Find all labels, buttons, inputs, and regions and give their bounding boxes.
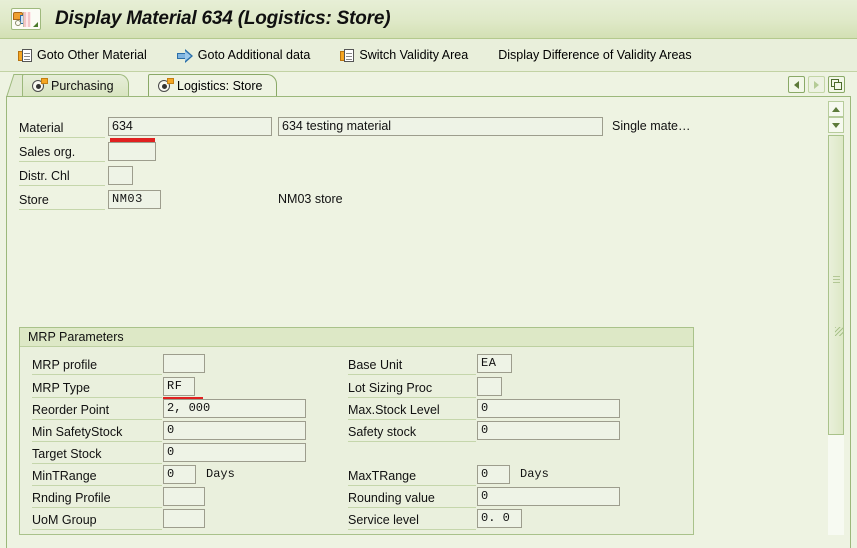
sales-org-row: Sales org. <box>15 139 701 162</box>
material-input[interactable]: 634 <box>108 117 272 136</box>
title-bar: Display Material 634 (Logistics: Store) <box>0 0 857 39</box>
mrp-type-input[interactable]: RF <box>163 377 195 396</box>
switch-validity-area-label: Switch Validity Area <box>359 48 469 62</box>
service-level-label: Service level <box>348 511 476 530</box>
material-description-input[interactable]: 634 testing material <box>278 117 603 136</box>
store-row: Store NM03 NM03 store <box>15 183 701 210</box>
mrp-parameters-group: MRP Parameters MRP profile MRP Type RF R… <box>19 327 694 535</box>
tab-purchasing-label: Purchasing <box>51 78 114 93</box>
tab-purchasing[interactable]: Purchasing <box>22 74 129 96</box>
rnding-profile-input[interactable] <box>163 487 205 506</box>
store-label: Store <box>19 191 105 210</box>
base-unit-label: Base Unit <box>348 356 476 375</box>
mintrange-input[interactable]: 0 <box>163 465 196 484</box>
mrp-profile-input[interactable] <box>163 354 205 373</box>
tab-list-icon <box>831 79 842 90</box>
goto-other-material-label: Goto Other Material <box>37 48 147 62</box>
max-stock-level-label: Max.Stock Level <box>348 401 476 420</box>
material-row: Material 634 634 testing material Single… <box>15 117 701 142</box>
scrollbar-thumb[interactable] <box>828 135 844 435</box>
mrp-type-label: MRP Type <box>32 379 162 398</box>
page-title: Display Material 634 (Logistics: Store) <box>55 8 391 29</box>
uom-group-input[interactable] <box>163 509 205 528</box>
goto-additional-data-button[interactable]: Goto Additional data <box>171 43 317 67</box>
mrp-profile-label: MRP profile <box>32 356 162 375</box>
chevron-right-icon <box>814 80 819 89</box>
base-unit-input[interactable]: EA <box>477 354 512 373</box>
material-display-icon[interactable] <box>11 8 41 30</box>
main-panel: Material 634 634 testing material Single… <box>6 96 851 548</box>
min-safetystock-label: Min SafetyStock <box>32 423 162 442</box>
switch-validity-area-button[interactable]: Switch Validity Area <box>334 43 474 67</box>
tab-scroll-right-button[interactable] <box>808 76 825 93</box>
min-safetystock-input[interactable]: 0 <box>163 421 306 440</box>
safety-stock-input[interactable]: 0 <box>477 421 620 440</box>
display-difference-label: Display Difference of Validity Areas <box>498 48 692 62</box>
rounding-value-label: Rounding value <box>348 489 476 508</box>
scrollbar-grip-icon <box>833 276 840 283</box>
material-header-block: Material 634 634 testing material Single… <box>15 117 701 210</box>
display-eye-icon <box>32 77 48 93</box>
material-label: Material <box>19 119 105 138</box>
target-stock-input[interactable]: 0 <box>163 443 306 462</box>
scroll-up-button[interactable] <box>828 101 844 117</box>
goto-additional-data-label: Goto Additional data <box>197 48 311 62</box>
maxtrange-input[interactable]: 0 <box>477 465 510 484</box>
safety-stock-label: Safety stock <box>348 423 476 442</box>
scroll-down-button[interactable] <box>828 117 844 133</box>
rounding-value-input[interactable]: 0 <box>477 487 620 506</box>
tab-scroll-left-button[interactable] <box>788 76 805 93</box>
form-vertical-scrollbar[interactable] <box>828 101 844 541</box>
reorder-point-label: Reorder Point <box>32 401 162 420</box>
service-level-input[interactable]: 0. 0 <box>477 509 522 528</box>
tab-strip: Purchasing Logistics: Store <box>0 72 857 96</box>
sap-window: Display Material 634 (Logistics: Store) … <box>0 0 857 548</box>
blue-arrow-right-icon <box>176 48 194 63</box>
lot-sizing-proc-label: Lot Sizing Proc <box>348 379 476 398</box>
max-stock-level-input[interactable]: 0 <box>477 399 620 418</box>
display-difference-validity-areas-button[interactable]: Display Difference of Validity Areas <box>492 43 697 67</box>
store-input[interactable]: NM03 <box>108 190 161 209</box>
display-eye-icon <box>158 77 174 93</box>
function-toolbar: Goto Other Material Goto Additional data… <box>0 39 857 72</box>
target-stock-label: Target Stock <box>32 445 162 464</box>
mintrange-unit-label: Days <box>206 467 235 481</box>
material-type-label: Single mate… <box>612 119 691 133</box>
reorder-point-input[interactable]: 2, 000 <box>163 399 306 418</box>
lot-sizing-proc-input[interactable] <box>477 377 502 396</box>
triangle-up-icon <box>832 106 840 112</box>
tab-logistics-store[interactable]: Logistics: Store <box>148 74 278 96</box>
goto-other-material-button[interactable]: Goto Other Material <box>12 43 153 67</box>
distr-chl-row: Distr. Chl <box>15 161 701 186</box>
uom-group-label: UoM Group <box>32 511 162 530</box>
tab-list-button[interactable] <box>828 76 845 93</box>
document-folder-icon <box>18 48 33 63</box>
maxtrange-label: MaxTRange <box>348 467 476 486</box>
mintrange-label: MinTRange <box>32 467 162 486</box>
maxtrange-unit-label: Days <box>520 467 549 481</box>
form-content: Material 634 634 testing material Single… <box>7 97 710 547</box>
document-folder-icon <box>340 48 355 63</box>
mrp-parameters-title: MRP Parameters <box>20 328 693 347</box>
icon-corner-marker <box>33 22 38 27</box>
triangle-down-icon <box>832 122 840 128</box>
rnding-profile-label: Rnding Profile <box>32 489 162 508</box>
sales-org-label: Sales org. <box>19 143 105 162</box>
mrp-parameters-body: MRP profile MRP Type RF Reorder Point 2,… <box>20 347 693 535</box>
tab-logistics-store-label: Logistics: Store <box>177 78 263 93</box>
panel-resize-handle[interactable] <box>835 327 844 336</box>
chevron-left-icon <box>794 80 799 89</box>
icon-bars <box>23 12 31 27</box>
tab-nav-buttons <box>788 76 845 93</box>
sales-org-input[interactable] <box>108 142 156 161</box>
store-description-label: NM03 store <box>278 192 343 206</box>
